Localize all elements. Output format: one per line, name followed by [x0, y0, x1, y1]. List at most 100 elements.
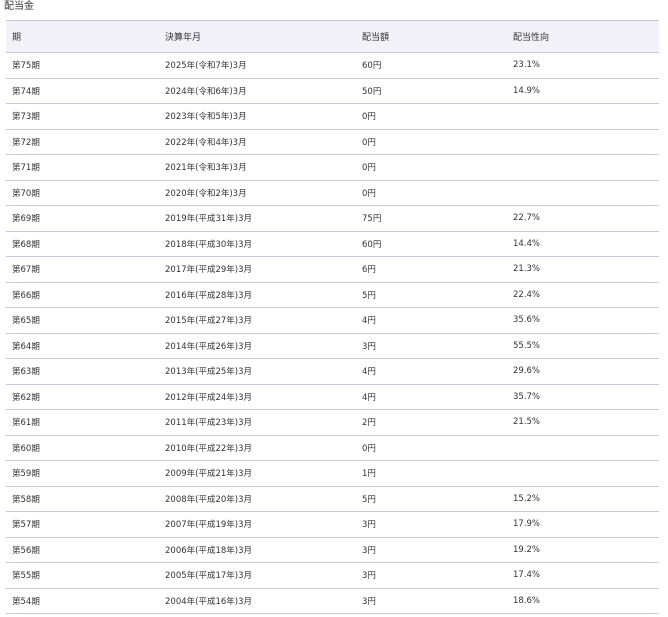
cell-fiscal-month: 2025年(令和7年)3月	[159, 52, 356, 79]
header-row: 期 決算年月 配当額 配当性向	[6, 20, 659, 53]
header-payout-ratio: 配当性向	[507, 20, 659, 53]
cell-dividend: 3円	[356, 333, 507, 359]
cell-period: 第64期	[6, 333, 159, 359]
cell-period: 第75期	[6, 52, 159, 79]
table-row: 第54期 2004年(平成16年)3月 3円 18.6%	[6, 588, 659, 614]
section-title: 配当金	[4, 1, 34, 12]
table-body: 第75期 2025年(令和7年)3月 60円 23.1% 第74期 2024年(令和6年)…	[6, 52, 659, 614]
table-row: 第73期 2023年(令和5年)3月 0円	[6, 103, 659, 130]
cell-dividend: 2円	[356, 409, 507, 436]
cell-dividend: 4円	[356, 307, 507, 334]
cell-period: 第56期	[6, 537, 159, 563]
cell-period: 第73期	[6, 103, 159, 130]
cell-payout-ratio	[507, 180, 659, 206]
cell-fiscal-month: 2004年(平成16年)3月	[159, 588, 356, 614]
cell-payout-ratio: 14.9%	[507, 78, 659, 104]
cell-payout-ratio	[507, 154, 659, 181]
dividend-table: 期 決算年月 配当額 配当性向 第75期 2025年(令和7年)3月 60円 23.1…	[6, 20, 659, 614]
cell-fiscal-month: 2007年(平成19年)3月	[159, 511, 356, 538]
cell-payout-ratio	[507, 129, 659, 155]
table-row: 第74期 2024年(令和6年)3月 50円 14.9%	[6, 78, 659, 104]
cell-fiscal-month: 2015年(平成27年)3月	[159, 307, 356, 334]
cell-dividend: 4円	[356, 358, 507, 385]
cell-payout-ratio: 17.9%	[507, 511, 659, 538]
cell-fiscal-month: 2022年(令和4年)3月	[159, 129, 356, 155]
cell-period: 第74期	[6, 78, 159, 104]
cell-fiscal-month: 2014年(平成26年)3月	[159, 333, 356, 359]
cell-payout-ratio: 15.2%	[507, 486, 659, 512]
cell-payout-ratio	[507, 460, 659, 487]
cell-fiscal-month: 2010年(平成22年)3月	[159, 435, 356, 461]
cell-fiscal-month: 2017年(平成29年)3月	[159, 256, 356, 283]
cell-fiscal-month: 2023年(令和5年)3月	[159, 103, 356, 130]
table-row: 第63期 2013年(平成25年)3月 4円 29.6%	[6, 358, 659, 385]
table-row: 第70期 2020年(令和2年)3月 0円	[6, 180, 659, 206]
cell-dividend: 3円	[356, 537, 507, 563]
table-row: 第75期 2025年(令和7年)3月 60円 23.1%	[6, 52, 659, 79]
cell-payout-ratio	[507, 103, 659, 130]
cell-fiscal-month: 2019年(平成31年)3月	[159, 205, 356, 232]
cell-dividend: 0円	[356, 154, 507, 181]
table-row: 第68期 2018年(平成30年)3月 60円 14.4%	[6, 231, 659, 257]
cell-dividend: 3円	[356, 562, 507, 589]
table-row: 第58期 2008年(平成20年)3月 5円 15.2%	[6, 486, 659, 512]
table-row: 第64期 2014年(平成26年)3月 3円 55.5%	[6, 333, 659, 359]
cell-dividend: 4円	[356, 384, 507, 410]
cell-payout-ratio: 21.3%	[507, 256, 659, 283]
table-row: 第57期 2007年(平成19年)3月 3円 17.9%	[6, 511, 659, 538]
cell-fiscal-month: 2018年(平成30年)3月	[159, 231, 356, 257]
header-fiscal-month: 決算年月	[159, 20, 356, 53]
cell-period: 第62期	[6, 384, 159, 410]
table-row: 第72期 2022年(令和4年)3月 0円	[6, 129, 659, 155]
cell-period: 第60期	[6, 435, 159, 461]
cell-payout-ratio: 55.5%	[507, 333, 659, 359]
cell-period: 第59期	[6, 460, 159, 487]
cell-period: 第65期	[6, 307, 159, 334]
cell-period: 第69期	[6, 205, 159, 232]
cell-fiscal-month: 2005年(平成17年)3月	[159, 562, 356, 589]
cell-payout-ratio: 18.6%	[507, 588, 659, 614]
cell-dividend: 60円	[356, 52, 507, 79]
cell-period: 第58期	[6, 486, 159, 512]
table-row: 第71期 2021年(令和3年)3月 0円	[6, 154, 659, 181]
cell-payout-ratio: 23.1%	[507, 52, 659, 79]
dividend-table-container: 期 決算年月 配当額 配当性向 第75期 2025年(令和7年)3月 60円 23.1…	[6, 20, 659, 614]
cell-period: 第67期	[6, 256, 159, 283]
cell-payout-ratio: 14.4%	[507, 231, 659, 257]
cell-dividend: 1円	[356, 460, 507, 487]
cell-dividend: 0円	[356, 180, 507, 206]
cell-dividend: 5円	[356, 486, 507, 512]
cell-period: 第54期	[6, 588, 159, 614]
table-row: 第55期 2005年(平成17年)3月 3円 17.4%	[6, 562, 659, 589]
cell-dividend: 3円	[356, 511, 507, 538]
cell-fiscal-month: 2020年(令和2年)3月	[159, 180, 356, 206]
table-row: 第61期 2011年(平成23年)3月 2円 21.5%	[6, 409, 659, 436]
cell-fiscal-month: 2006年(平成18年)3月	[159, 537, 356, 563]
cell-period: 第61期	[6, 409, 159, 436]
cell-fiscal-month: 2009年(平成21年)3月	[159, 460, 356, 487]
cell-payout-ratio: 29.6%	[507, 358, 659, 385]
table-row: 第56期 2006年(平成18年)3月 3円 19.2%	[6, 537, 659, 563]
table-row: 第65期 2015年(平成27年)3月 4円 35.6%	[6, 307, 659, 334]
cell-period: 第63期	[6, 358, 159, 385]
cell-fiscal-month: 2013年(平成25年)3月	[159, 358, 356, 385]
cell-period: 第68期	[6, 231, 159, 257]
cell-dividend: 5円	[356, 282, 507, 308]
cell-fiscal-month: 2024年(令和6年)3月	[159, 78, 356, 104]
cell-payout-ratio	[507, 435, 659, 461]
table-row: 第66期 2016年(平成28年)3月 5円 22.4%	[6, 282, 659, 308]
header-period: 期	[6, 20, 159, 53]
cell-dividend: 75円	[356, 205, 507, 232]
cell-dividend: 6円	[356, 256, 507, 283]
cell-dividend: 0円	[356, 103, 507, 130]
table-row: 第59期 2009年(平成21年)3月 1円	[6, 460, 659, 487]
table-row: 第62期 2012年(平成24年)3月 4円 35.7%	[6, 384, 659, 410]
cell-payout-ratio: 17.4%	[507, 562, 659, 589]
table-header: 期 決算年月 配当額 配当性向	[6, 20, 659, 53]
cell-fiscal-month: 2021年(令和3年)3月	[159, 154, 356, 181]
cell-period: 第57期	[6, 511, 159, 538]
cell-payout-ratio: 22.4%	[507, 282, 659, 308]
cell-fiscal-month: 2011年(平成23年)3月	[159, 409, 356, 436]
header-dividend: 配当額	[356, 20, 507, 53]
cell-fiscal-month: 2012年(平成24年)3月	[159, 384, 356, 410]
